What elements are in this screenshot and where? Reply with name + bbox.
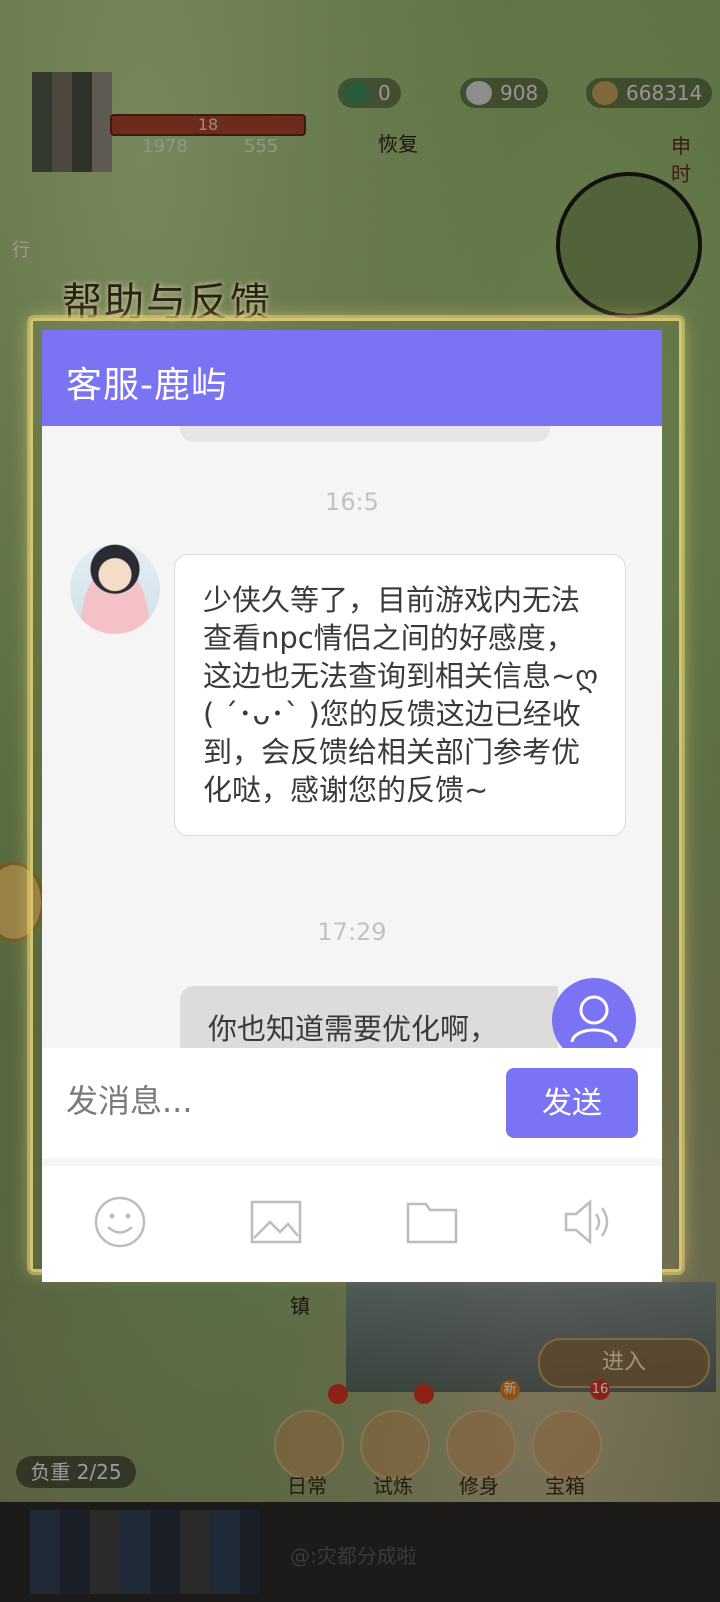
attachment-toolbar [42,1166,662,1282]
speaker-icon[interactable] [558,1194,618,1250]
message-input-bar: 发送 [42,1048,662,1158]
folder-icon[interactable] [402,1194,462,1250]
agent-avatar[interactable] [70,544,160,634]
message-input[interactable] [66,1076,486,1126]
emoji-icon[interactable] [90,1194,150,1250]
agent-name: 客服-鹿屿 [66,365,228,406]
user-icon [570,995,618,1043]
send-button[interactable]: 发送 [506,1068,638,1138]
previous-message-bubble [180,426,550,442]
agent-message-bubble: 少侠久等了，目前游戏内无法查看npc情侣之间的好感度，这边也无法查询到相关信息~… [174,554,626,836]
agent-message-text: 少侠久等了，目前游戏内无法查看npc情侣之间的好感度，这边也无法查询到相关信息~… [203,583,599,807]
user-message-text: 你也知道需要优化啊， [208,1012,499,1046]
customer-service-panel: 客服-鹿屿 16:5 少侠久等了，目前游戏内无法查看npc情侣之间的好感度，这边… [42,330,662,1282]
image-icon[interactable] [246,1194,306,1250]
message-timestamp: 17:29 [317,918,387,946]
message-timestamp: 16:5 [325,488,379,516]
user-avatar[interactable] [552,978,636,1048]
panel-header: 客服-鹿屿 [42,330,662,426]
chat-area[interactable]: 16:5 少侠久等了，目前游戏内无法查看npc情侣之间的好感度，这边也无法查询到… [42,426,662,1048]
user-message-bubble: 你也知道需要优化啊， [180,986,558,1048]
